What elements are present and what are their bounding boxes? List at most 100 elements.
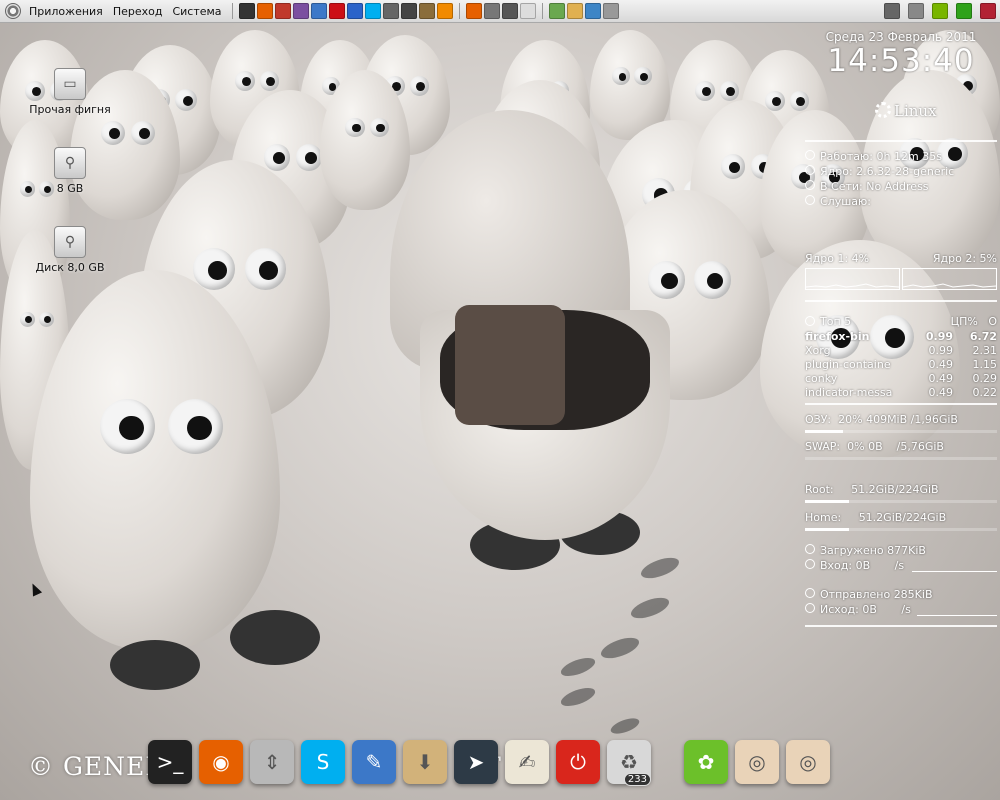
bluetooth-icon[interactable] [346, 3, 363, 19]
egg-eye [634, 67, 652, 85]
gwibber-icon[interactable] [310, 3, 327, 19]
skype-icon: S [316, 750, 330, 774]
vlc-icon[interactable] [436, 3, 453, 19]
egg-eye [235, 70, 255, 91]
ubuntu-logo-icon[interactable] [5, 3, 21, 19]
egg-eye [167, 399, 223, 455]
egg-eye [409, 75, 430, 96]
egg-eye [369, 117, 390, 138]
process-cpu: 0.49 [928, 372, 954, 385]
us-flag-icon[interactable] [980, 3, 996, 19]
dock-skype-icon[interactable]: S [301, 740, 345, 784]
home-row: Home: 51.2GiB/224GiB [805, 511, 997, 524]
egg-foot [230, 610, 320, 665]
power-icon: ⏻ [570, 750, 586, 774]
network-value: No Address [866, 180, 929, 193]
cpu1-label: Ядро 1: [805, 252, 849, 265]
egg-eye [695, 80, 715, 101]
downloaded-value: 877KiB [887, 544, 926, 557]
egg-eye [100, 121, 125, 146]
icq-icon[interactable] [956, 3, 972, 19]
footprint [598, 633, 642, 663]
in-rate-graph [912, 561, 997, 572]
calculator-icon[interactable] [382, 3, 399, 19]
listen-row: Слушаю: [805, 195, 997, 208]
desktop-icon-label: 8 GB [56, 182, 84, 195]
in-label: Вход: [820, 559, 853, 572]
process-name: plugin-containe [805, 358, 891, 371]
dock-power-icon[interactable]: ⏻ [556, 740, 600, 784]
process-name: firefox-bin [805, 330, 870, 343]
egg-pupil [618, 72, 627, 81]
listen-icon [805, 195, 815, 205]
inkscape-icon[interactable] [400, 3, 417, 19]
dock-gwibber-icon[interactable]: ✎ [352, 740, 396, 784]
uploaded-value: 285KiB [893, 588, 933, 601]
swap-value: 0% 0B [847, 440, 883, 453]
out-unit: /s [901, 603, 911, 616]
menu-system[interactable]: Система [167, 5, 226, 18]
dock-firefox-icon[interactable]: ◉ [199, 740, 243, 784]
opera-icon[interactable] [328, 3, 345, 19]
process-mem: 6.72 [969, 330, 997, 343]
egg-pupil [660, 272, 678, 290]
dock-trash-icon[interactable]: ♻ 233 [607, 740, 651, 786]
window-list-icon[interactable] [483, 3, 500, 19]
dock-package-icon[interactable]: ⬇ [403, 740, 447, 784]
menu-places[interactable]: Переход [108, 5, 168, 18]
dock-terminal-icon[interactable]: >_ [148, 740, 192, 784]
icq-flower-icon: ✿ [697, 750, 715, 774]
ram-label: ОЗУ: [805, 413, 832, 426]
volume-icon[interactable] [884, 3, 900, 19]
conky-divider [805, 300, 997, 302]
workspace-icon[interactable] [519, 3, 536, 19]
uptime-row: Работаю: 0h 12m 35s [805, 150, 997, 163]
desktop-icon-usb-disk[interactable]: ⚲ Диск 8,0 GB [25, 226, 115, 274]
cursor-app-icon[interactable] [584, 3, 601, 19]
gimp-icon[interactable] [418, 3, 435, 19]
process-name: indicator-messa [805, 386, 893, 399]
desktop-icon-usb-8gb[interactable]: ⚲ 8 GB [25, 147, 115, 195]
uploaded-label: Отправлено [820, 588, 891, 601]
swap-total: /5,76GiB [896, 440, 944, 453]
root-bar [805, 500, 997, 503]
conky-divider [805, 625, 997, 627]
conky-divider [805, 140, 997, 142]
shutter-icon[interactable] [274, 3, 291, 19]
ram-row: ОЗУ: 20% 409MiB /1,96GiB [805, 413, 997, 426]
shutter-icon: ⇕ [263, 750, 281, 774]
footprint [558, 654, 598, 680]
dock-pointer-icon[interactable]: ➤ [454, 740, 498, 784]
terminal-icon: >_ [156, 750, 184, 774]
egg-pupil [272, 152, 285, 165]
firefox-window-icon[interactable] [465, 3, 482, 19]
skype-icon[interactable] [364, 3, 381, 19]
window-dark-icon[interactable] [501, 3, 518, 19]
menu-applications[interactable]: Приложения [24, 5, 108, 18]
top-col-mem: О [988, 315, 997, 328]
terminal-icon[interactable] [238, 3, 255, 19]
dock-shutter-icon[interactable]: ⇕ [250, 740, 294, 784]
pidgin-icon[interactable] [292, 3, 309, 19]
downloaded-label: Загружено [820, 544, 884, 557]
process-mem: 0.29 [972, 372, 998, 385]
dock-icq-flower-icon[interactable]: ✿ [684, 740, 728, 784]
cpu2-label: Ядро 2: [932, 252, 977, 265]
egg-eye [175, 89, 197, 112]
text-editor-icon: ✍ [518, 750, 536, 774]
mail-icon[interactable] [908, 3, 924, 19]
kernel-row: Ядро: 2.6.32-28-generic [805, 165, 997, 178]
android-icon[interactable] [932, 3, 948, 19]
firefox-icon[interactable] [256, 3, 273, 19]
folder-icon[interactable] [566, 3, 583, 19]
dock-text-editor-icon[interactable]: ✍ [505, 740, 549, 784]
disc-icon[interactable] [602, 3, 619, 19]
root-label: Root: [805, 483, 834, 496]
desktop-icon-drive[interactable]: ▭ Прочая фигня [25, 68, 115, 116]
dock: >_ ◉ ⇕ S ✎ ⬇ ➤ ✍ ⏻ ♻ 233 ✿ ◎ ◎ [148, 732, 837, 786]
egg-pupil [726, 86, 736, 96]
download-icon[interactable] [548, 3, 565, 19]
dock-shell-icon[interactable]: ◎ [735, 740, 779, 784]
dock-shell-icon-2[interactable]: ◎ [786, 740, 830, 784]
cpu2-value: 5% [979, 252, 997, 265]
